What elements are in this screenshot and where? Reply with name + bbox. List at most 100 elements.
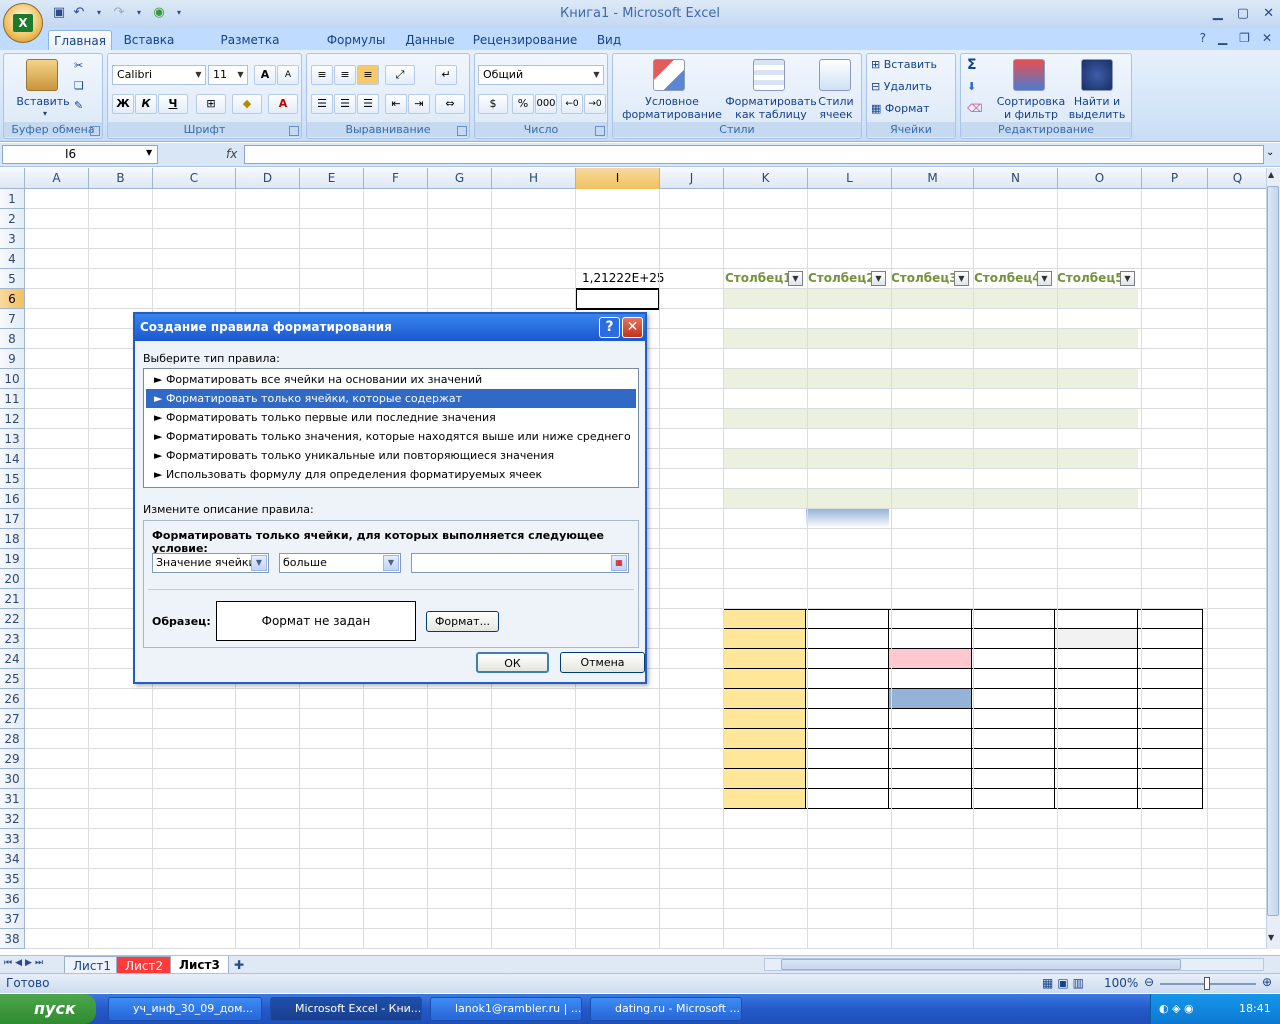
- paste-dropdown-icon[interactable]: ▾: [10, 107, 80, 120]
- italic-button[interactable]: К: [135, 94, 157, 114]
- row-header-13[interactable]: 13: [0, 429, 25, 449]
- dialog-close-button[interactable]: ✕: [622, 317, 643, 338]
- rule-type-item[interactable]: ► Форматировать только уникальные или по…: [146, 446, 636, 465]
- condition-type-select[interactable]: Значение ячейки ▼: [152, 553, 269, 573]
- taskbar-item-browser[interactable]: dating.ru - Microsoft ...: [590, 997, 742, 1021]
- bordered-cell[interactable]: [1055, 709, 1138, 729]
- column-header-j[interactable]: J: [660, 168, 724, 189]
- taskbar-item-word[interactable]: уч_инф_30_09_дом...: [108, 997, 262, 1021]
- autosum-icon[interactable]: Σ: [967, 55, 977, 75]
- bordered-cell[interactable]: [1138, 689, 1203, 709]
- bordered-cell[interactable]: [972, 709, 1055, 729]
- row-header-32[interactable]: 32: [0, 809, 25, 829]
- horizontal-scroll-thumb[interactable]: [781, 959, 1181, 970]
- row-header-22[interactable]: 22: [0, 609, 25, 629]
- copy-icon[interactable]: ❏: [74, 76, 84, 96]
- bordered-cell[interactable]: [972, 689, 1055, 709]
- column-header-k[interactable]: K: [724, 168, 808, 189]
- row-header-17[interactable]: 17: [0, 509, 25, 529]
- cut-icon[interactable]: ✂: [74, 56, 83, 76]
- sheet-nav-icons[interactable]: ⏮◀▶⏭: [4, 958, 46, 968]
- chevron-down-icon[interactable]: ▼: [234, 66, 247, 84]
- rule-type-list[interactable]: ► Форматировать все ячейки на основании …: [143, 368, 639, 488]
- cell-styles-label-1[interactable]: Стили: [813, 95, 859, 108]
- fx-icon[interactable]: fx: [226, 147, 237, 161]
- bordered-cell[interactable]: [1055, 769, 1138, 789]
- bordered-cell[interactable]: [723, 689, 806, 709]
- bordered-cell[interactable]: [889, 729, 972, 749]
- bordered-cell[interactable]: [1138, 629, 1203, 649]
- number-launcher-icon[interactable]: [595, 126, 605, 136]
- start-button[interactable]: пуск: [0, 994, 96, 1024]
- column-header-a[interactable]: A: [25, 168, 89, 189]
- column-header-h[interactable]: H: [492, 168, 576, 189]
- bordered-cell[interactable]: [889, 709, 972, 729]
- bordered-cell[interactable]: [1055, 689, 1138, 709]
- rule-type-item[interactable]: ► Форматировать только первые или послед…: [146, 408, 636, 427]
- increase-indent-icon[interactable]: ⇥: [408, 94, 430, 114]
- align-bottom-icon[interactable]: ≡: [357, 65, 379, 85]
- column-header-o[interactable]: O: [1058, 168, 1142, 189]
- row-header-14[interactable]: 14: [0, 449, 25, 469]
- sort-filter-label-1[interactable]: Сортировка: [993, 95, 1069, 108]
- bordered-cell[interactable]: [806, 749, 889, 769]
- merge-center-icon[interactable]: ⇔: [435, 94, 465, 114]
- clipboard-launcher-icon[interactable]: [90, 126, 100, 136]
- shrink-font-icon[interactable]: A: [277, 65, 299, 85]
- doc-minimize-icon[interactable]: ▁: [1218, 31, 1227, 45]
- font-name-combo[interactable]: Calibri ▼: [112, 65, 206, 85]
- condition-value-input[interactable]: ▦: [411, 553, 629, 573]
- row-header-28[interactable]: 28: [0, 729, 25, 749]
- row-header-37[interactable]: 37: [0, 909, 25, 929]
- taskbar-item-mail[interactable]: lanok1@rambler.ru | ...: [430, 997, 582, 1021]
- chevron-down-icon[interactable]: ▼: [590, 66, 603, 84]
- tab-home[interactable]: Главная: [48, 30, 112, 50]
- bordered-cell[interactable]: [889, 629, 972, 649]
- rule-type-item[interactable]: ► Использовать формулу для определения ф…: [146, 465, 636, 484]
- chevron-down-icon[interactable]: ▼: [383, 555, 399, 571]
- tab-formulas[interactable]: Формулы: [320, 30, 392, 50]
- column-header-i[interactable]: I: [576, 168, 660, 189]
- cell-styles-label-2[interactable]: ячеек: [813, 108, 859, 121]
- row-header-1[interactable]: 1: [0, 189, 25, 209]
- align-right-icon[interactable]: ☰: [357, 94, 379, 114]
- table-header[interactable]: Столбец5: [1057, 271, 1124, 285]
- operator-select[interactable]: больше ▼: [279, 553, 401, 573]
- conditional-format-label-2[interactable]: форматирование: [617, 108, 727, 121]
- filter-dropdown-icon[interactable]: ▼: [1120, 271, 1135, 286]
- column-header-m[interactable]: M: [892, 168, 974, 189]
- column-header-b[interactable]: B: [89, 168, 153, 189]
- row-header-29[interactable]: 29: [0, 749, 25, 769]
- insert-cells-button[interactable]: ⊞ Вставить: [871, 55, 937, 75]
- bordered-cell[interactable]: [723, 629, 806, 649]
- zoom-slider-thumb[interactable]: [1204, 977, 1210, 990]
- dialog-help-button[interactable]: ?: [599, 317, 620, 338]
- bordered-cell[interactable]: [806, 629, 889, 649]
- bordered-cell[interactable]: [889, 749, 972, 769]
- fill-color-icon[interactable]: ◆: [232, 94, 262, 114]
- bordered-cell[interactable]: [1055, 609, 1138, 629]
- align-middle-icon[interactable]: ≡: [334, 65, 356, 85]
- name-box[interactable]: I6: [2, 145, 158, 164]
- align-left-icon[interactable]: ☰: [311, 94, 333, 114]
- row-header-2[interactable]: 2: [0, 209, 25, 229]
- bordered-cell[interactable]: [723, 769, 806, 789]
- bordered-cell[interactable]: [1138, 729, 1203, 749]
- range-picker-icon[interactable]: ▦: [611, 555, 627, 571]
- bordered-cell[interactable]: [1055, 789, 1138, 809]
- cell-styles-icon[interactable]: [819, 59, 851, 91]
- bordered-cell[interactable]: [1138, 669, 1203, 689]
- bordered-cell[interactable]: [806, 769, 889, 789]
- underline-button[interactable]: Ч: [158, 94, 188, 114]
- bordered-cell[interactable]: [806, 609, 889, 629]
- bordered-cell[interactable]: [723, 749, 806, 769]
- bordered-cell[interactable]: [723, 789, 806, 809]
- bordered-cell[interactable]: [806, 649, 889, 669]
- bordered-cell[interactable]: [889, 789, 972, 809]
- row-header-3[interactable]: 3: [0, 229, 25, 249]
- office-button[interactable]: X: [3, 3, 43, 43]
- formula-input[interactable]: [244, 145, 1264, 164]
- bordered-cell[interactable]: [1138, 789, 1203, 809]
- column-header-e[interactable]: E: [300, 168, 364, 189]
- bordered-cell[interactable]: [1055, 749, 1138, 769]
